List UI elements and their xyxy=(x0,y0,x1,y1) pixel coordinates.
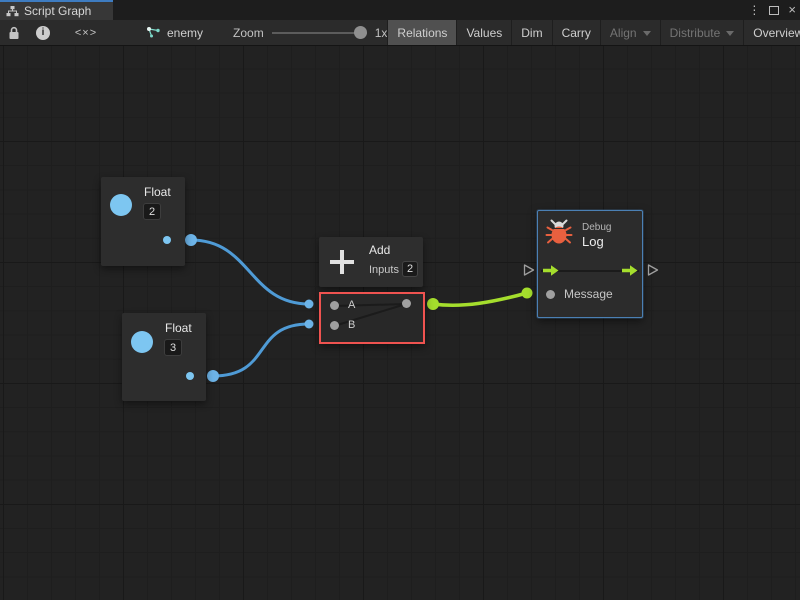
values-label: Values xyxy=(466,26,502,40)
info-icon: i xyxy=(36,26,50,40)
add-input-port-b[interactable] xyxy=(330,321,339,330)
add-input-port-a[interactable] xyxy=(330,301,339,310)
tab-strip: Script Graph ⋮ × xyxy=(0,0,800,20)
code-preview-button[interactable]: <×> xyxy=(58,20,114,45)
window-controls: ⋮ × xyxy=(748,0,796,20)
node-title: Float xyxy=(165,321,192,335)
wire-endpoint-dot[interactable] xyxy=(427,298,439,310)
float-value-field[interactable]: 3 xyxy=(164,339,182,356)
lock-icon xyxy=(8,26,20,40)
zoom-label: Zoom xyxy=(233,26,264,40)
align-label: Align xyxy=(610,26,637,40)
float-output-port-large[interactable] xyxy=(131,331,153,353)
window-menu-icon[interactable]: ⋮ xyxy=(748,0,760,20)
graph-breadcrumb[interactable]: enemy xyxy=(140,20,209,45)
wire-float3-to-add-b[interactable] xyxy=(213,324,309,376)
float-node-3[interactable]: Float 3 xyxy=(122,313,206,401)
graph-toolbar: i <×> enemy Zoom 1x Relation xyxy=(0,20,800,46)
overview-label: Overview xyxy=(753,26,800,40)
tab-script-graph[interactable]: Script Graph xyxy=(0,0,113,20)
overview-button[interactable]: Overview xyxy=(744,20,800,45)
zoom-slider-track xyxy=(272,32,367,34)
wire-endpoint-dot[interactable] xyxy=(305,300,314,309)
add-node-ports-highlighted[interactable]: A B xyxy=(319,292,425,344)
flow-exit-triangle-icon[interactable] xyxy=(646,263,660,277)
flow-entry-triangle-icon[interactable] xyxy=(522,263,536,277)
info-button[interactable]: i xyxy=(28,20,58,45)
distribute-label: Distribute xyxy=(670,26,721,40)
lock-button[interactable] xyxy=(0,20,28,45)
graph-canvas[interactable]: Float 2 Float 3 Add Inputs 2 A xyxy=(0,46,800,600)
float-value-field[interactable]: 2 xyxy=(143,203,161,220)
graph-network-icon xyxy=(146,26,161,39)
zoom-control: Zoom 1x xyxy=(233,20,387,45)
node-category: Debug xyxy=(582,222,611,233)
wire-endpoint-dot[interactable] xyxy=(305,320,314,329)
dim-button[interactable]: Dim xyxy=(512,20,551,45)
toolbar-button-group: Relations Values Dim Carry Align Distrib… xyxy=(387,20,800,45)
wire-endpoint-dot[interactable] xyxy=(207,370,219,382)
add-node-header[interactable]: Add Inputs 2 xyxy=(319,237,423,287)
wire-float2-to-add-a[interactable] xyxy=(191,240,309,304)
close-icon[interactable]: × xyxy=(788,0,796,20)
float-output-port[interactable] xyxy=(186,372,194,380)
plus-icon xyxy=(330,250,354,274)
port-a-label: A xyxy=(348,299,355,311)
distribute-button[interactable]: Distribute xyxy=(661,20,744,45)
port-b-label: B xyxy=(348,319,355,331)
carry-label: Carry xyxy=(562,26,591,40)
chevron-down-icon xyxy=(726,31,734,36)
zoom-slider[interactable] xyxy=(272,26,367,39)
carry-button[interactable]: Carry xyxy=(553,20,600,45)
float-output-port[interactable] xyxy=(163,236,171,244)
align-button[interactable]: Align xyxy=(601,20,660,45)
wire-add-to-debug-message[interactable] xyxy=(433,293,527,305)
maximize-icon[interactable] xyxy=(769,6,779,15)
float-output-port-large[interactable] xyxy=(110,194,132,216)
dim-label: Dim xyxy=(521,26,542,40)
bug-icon xyxy=(545,218,573,246)
float-node-2[interactable]: Float 2 xyxy=(101,177,185,266)
inputs-label: Inputs xyxy=(369,264,399,276)
add-output-port[interactable] xyxy=(402,299,411,308)
message-input-port[interactable] xyxy=(546,290,555,299)
zoom-value: 1x xyxy=(375,26,388,40)
control-input-arrow-icon[interactable] xyxy=(543,264,559,277)
relations-button[interactable]: Relations xyxy=(388,20,456,45)
script-graph-window: Script Graph ⋮ × i <×> xyxy=(0,0,800,600)
node-title: Log xyxy=(582,234,604,249)
values-button[interactable]: Values xyxy=(457,20,511,45)
graph-name: enemy xyxy=(167,26,203,40)
debug-log-node-selected[interactable]: Debug Log Message xyxy=(537,210,643,318)
node-title: Add xyxy=(369,243,390,257)
zoom-slider-handle[interactable] xyxy=(354,26,367,39)
inputs-count-field[interactable]: 2 xyxy=(402,261,418,277)
code-icon: <×> xyxy=(75,27,97,39)
node-title: Float xyxy=(144,185,171,199)
wire-endpoint-dot[interactable] xyxy=(522,288,533,299)
relations-label: Relations xyxy=(397,26,447,40)
chevron-down-icon xyxy=(643,31,651,36)
control-output-arrow-icon[interactable] xyxy=(622,264,638,277)
tab-title: Script Graph xyxy=(24,4,91,18)
message-label: Message xyxy=(564,287,613,301)
graph-hierarchy-icon xyxy=(6,6,19,17)
wire-endpoint-dot[interactable] xyxy=(185,234,197,246)
